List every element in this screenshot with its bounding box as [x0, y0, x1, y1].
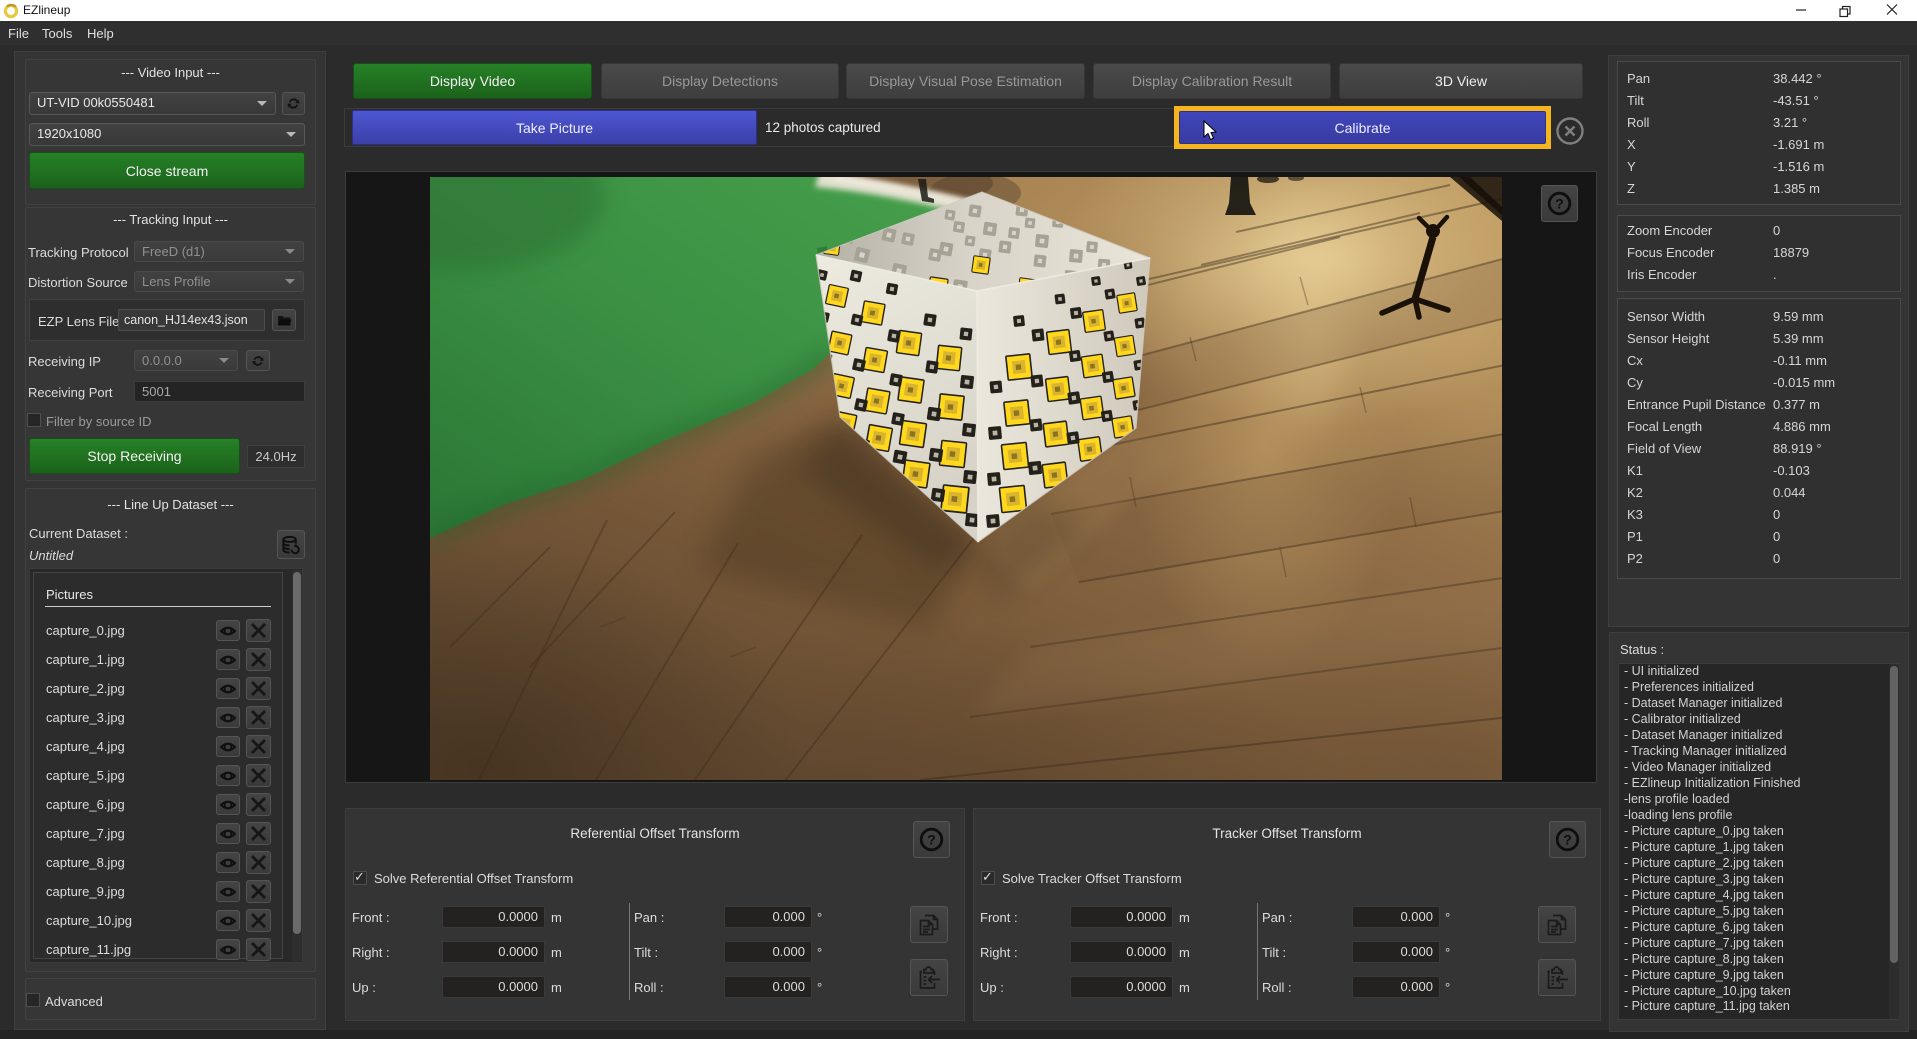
svg-text:?: ? — [1563, 832, 1572, 848]
svg-text:?: ? — [1555, 196, 1564, 212]
svg-text:?: ? — [927, 832, 936, 848]
